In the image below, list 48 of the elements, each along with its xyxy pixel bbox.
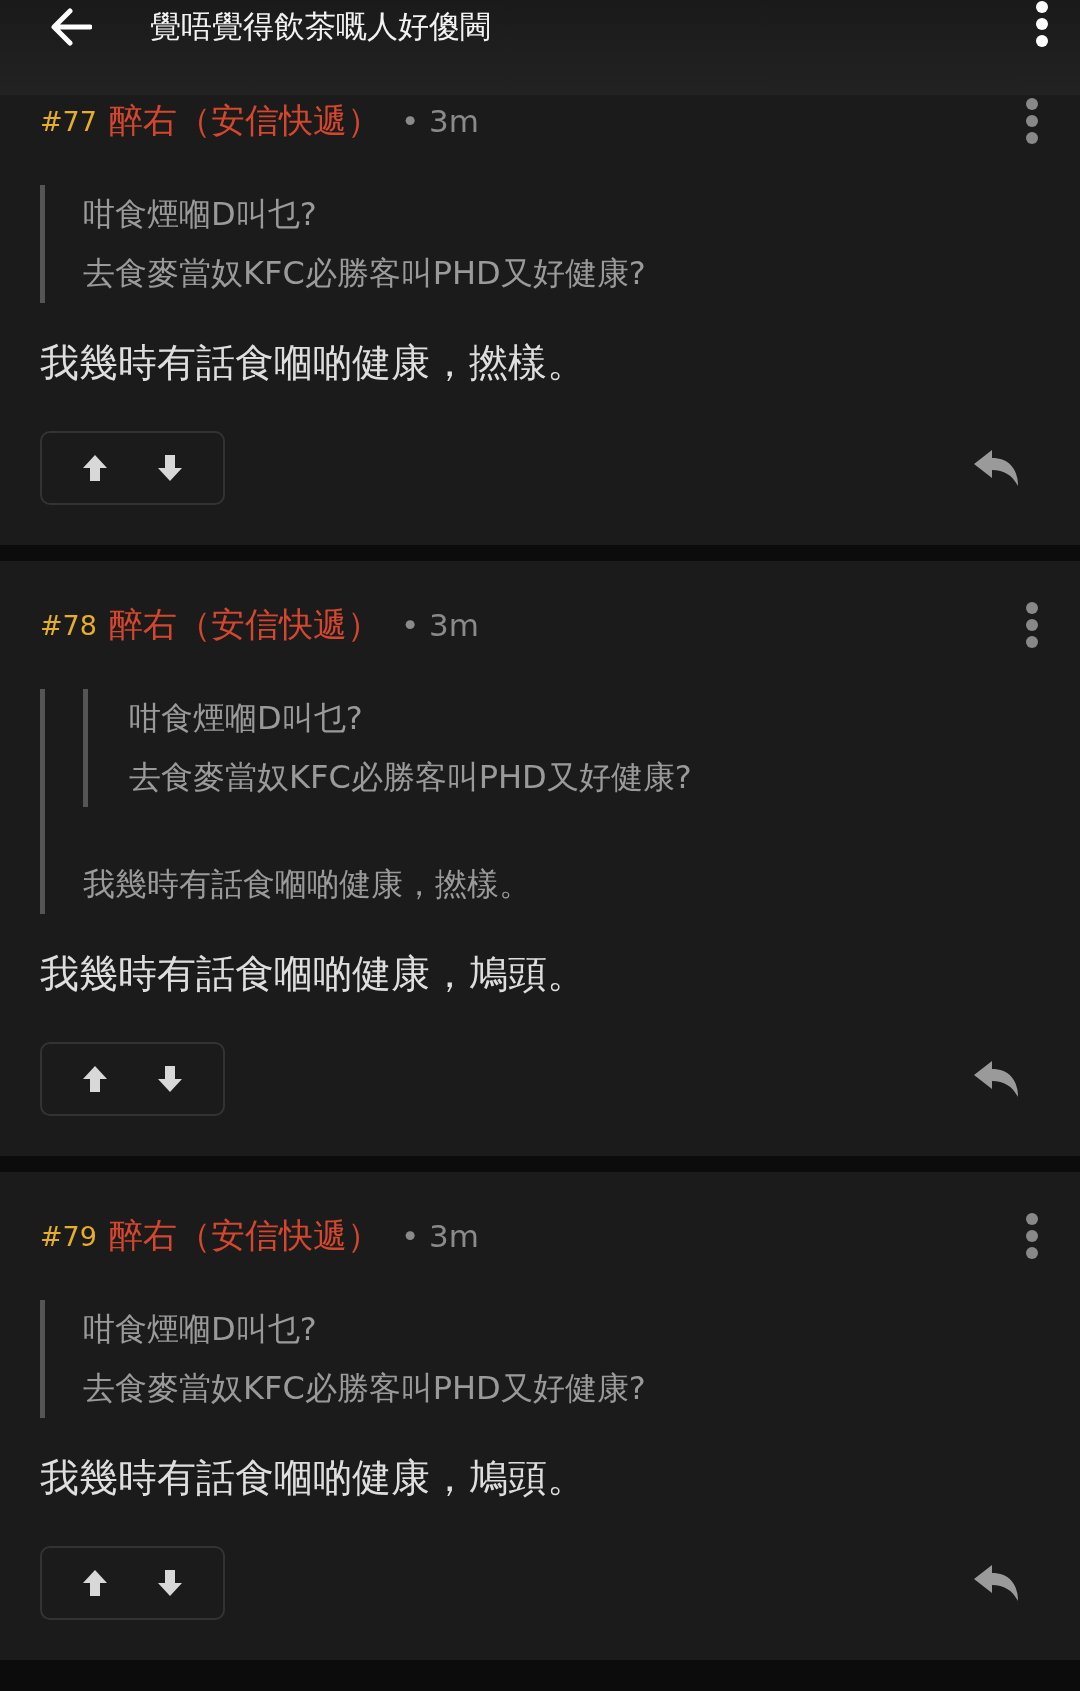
more-icon xyxy=(1024,96,1040,146)
comment-menu-button[interactable] xyxy=(1024,600,1040,650)
quote-text: 去食麥當奴KFC必勝客叫PHD又好健康? xyxy=(129,757,693,798)
back-button[interactable] xyxy=(50,7,92,46)
quote-text: 去食麥當奴KFC必勝客叫PHD又好健康? xyxy=(83,253,647,294)
down-arrow-icon xyxy=(156,1569,183,1597)
comment-text: 我幾時有話食嗰啲健康，撚樣。 xyxy=(40,339,587,387)
upvote-button[interactable] xyxy=(82,454,109,482)
menu-button[interactable] xyxy=(1034,0,1050,49)
more-icon xyxy=(1024,1211,1040,1261)
up-arrow-icon xyxy=(82,1065,109,1093)
downvote-button[interactable] xyxy=(156,1065,183,1093)
reply-button[interactable] xyxy=(972,1059,1020,1099)
reply-icon xyxy=(972,1059,1020,1099)
quote-text: 我幾時有話食嗰啲健康，撚樣。 xyxy=(83,864,532,905)
reply-icon xyxy=(972,1563,1020,1603)
more-icon xyxy=(1024,600,1040,650)
upvote-button[interactable] xyxy=(82,1065,109,1093)
post-time: • 3m xyxy=(401,103,481,139)
author-name[interactable]: 醉右（安信快遞） xyxy=(109,98,381,144)
reply-icon xyxy=(972,448,1020,488)
comment-menu-button[interactable] xyxy=(1024,96,1040,146)
comment-number: #79 xyxy=(40,1220,97,1252)
thread-title: 覺唔覺得飲茶嘅人好傻閪 xyxy=(150,6,492,46)
down-arrow-icon xyxy=(156,1065,183,1093)
quote-text: 去食麥當奴KFC必勝客叫PHD又好健康? xyxy=(83,1368,647,1409)
downvote-button[interactable] xyxy=(156,1569,183,1597)
comment-menu-button[interactable] xyxy=(1024,1211,1040,1261)
quote-text: 咁食煙嗰D叫乜? xyxy=(83,194,318,235)
post-time: • 3m xyxy=(401,607,481,643)
up-arrow-icon xyxy=(82,1569,109,1597)
upvote-button[interactable] xyxy=(82,1569,109,1597)
reply-button[interactable] xyxy=(972,1563,1020,1603)
back-arrow-icon xyxy=(50,7,92,46)
up-arrow-icon xyxy=(82,454,109,482)
more-icon xyxy=(1034,0,1050,49)
quote-text: 咁食煙嗰D叫乜? xyxy=(129,698,364,739)
comment-number: #77 xyxy=(40,105,97,137)
comment-text: 我幾時有話食嗰啲健康，鳩頭。 xyxy=(40,950,587,998)
quote-text: 咁食煙嗰D叫乜? xyxy=(83,1309,318,1350)
post-time: • 3m xyxy=(401,1218,481,1254)
author-name[interactable]: 醉右（安信快遞） xyxy=(109,1213,381,1259)
author-name[interactable]: 醉右（安信快遞） xyxy=(109,602,381,648)
comment-number: #78 xyxy=(40,609,97,641)
down-arrow-icon xyxy=(156,454,183,482)
reply-button[interactable] xyxy=(972,448,1020,488)
comment-text: 我幾時有話食嗰啲健康，鳩頭。 xyxy=(40,1454,587,1502)
downvote-button[interactable] xyxy=(156,454,183,482)
